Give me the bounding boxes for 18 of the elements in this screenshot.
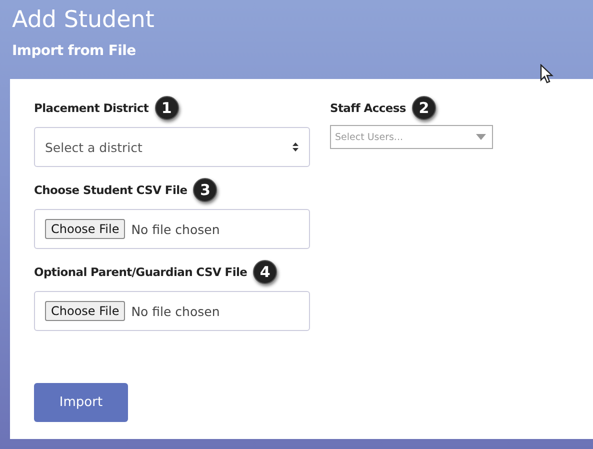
page-title: Add Student [12, 6, 156, 34]
district-select[interactable]: Select a district [34, 127, 310, 167]
sort-arrows-icon [292, 142, 299, 152]
file-status: No file chosen [131, 222, 220, 236]
field-label: Optional Parent/Guardian CSV File [34, 265, 248, 279]
field-label: Choose Student CSV File [34, 183, 188, 197]
choose-file-button[interactable]: Choose File [45, 219, 126, 239]
file-status: No file chosen [131, 304, 220, 318]
page-subtitle: Import from File [12, 42, 137, 60]
field-label: Placement District [34, 101, 149, 115]
step-badge: 1 [154, 96, 179, 120]
step-badge: 4 [253, 260, 278, 284]
step-badge: 2 [412, 96, 436, 120]
field-label: Staff Access [330, 101, 406, 115]
import-button[interactable]: Import [34, 383, 128, 422]
choose-file-button[interactable]: Choose File [45, 301, 126, 321]
step-badge: 3 [193, 178, 218, 202]
caret-icon [476, 134, 486, 140]
